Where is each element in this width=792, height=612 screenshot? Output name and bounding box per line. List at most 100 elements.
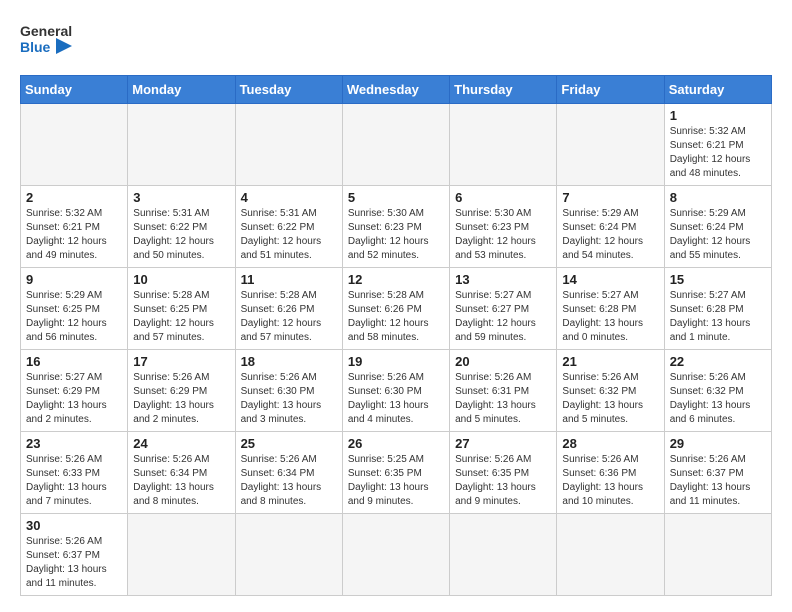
day-info: Sunrise: 5:25 AM Sunset: 6:35 PM Dayligh…	[348, 453, 444, 509]
day-info: Sunrise: 5:26 AM Sunset: 6:31 PM Dayligh…	[455, 371, 551, 427]
day-info: Sunrise: 5:31 AM Sunset: 6:22 PM Dayligh…	[241, 207, 337, 263]
calendar-cell: 19Sunrise: 5:26 AM Sunset: 6:30 PM Dayli…	[342, 350, 449, 432]
calendar-cell: 2Sunrise: 5:32 AM Sunset: 6:21 PM Daylig…	[21, 186, 128, 268]
calendar-week-3: 16 Sunrise: 5:27 AM Sunset: 6:29 PM Dayli…	[21, 350, 772, 432]
day-info: Sunrise: 5:26 AM Sunset: 6:34 PM Dayligh…	[241, 453, 337, 509]
calendar-cell: 22 Sunrise: 5:26 AM Sunset: 6:32 PM Dayli…	[664, 350, 771, 432]
calendar-cell: 4Sunrise: 5:31 AM Sunset: 6:22 PM Daylig…	[235, 186, 342, 268]
day-info: Sunrise: 5:26 AM Sunset: 6:35 PM Dayligh…	[455, 453, 551, 509]
page: General Blue SundayMondayTuesdayWednesda…	[0, 0, 792, 612]
calendar-cell: 5 Sunrise: 5:30 AM Sunset: 6:23 PM Daylig…	[342, 186, 449, 268]
calendar-cell: 30 Sunrise: 5:26 AM Sunset: 6:37 PM Dayli…	[21, 514, 128, 596]
calendar-cell: 3 Sunrise: 5:31 AM Sunset: 6:22 PM Daylig…	[128, 186, 235, 268]
day-number: 23	[26, 436, 122, 451]
calendar-cell	[128, 514, 235, 596]
day-number: 30	[26, 518, 122, 533]
calendar-cell: 26Sunrise: 5:25 AM Sunset: 6:35 PM Dayli…	[342, 432, 449, 514]
day-info: Sunrise: 5:29 AM Sunset: 6:24 PM Dayligh…	[562, 207, 658, 263]
calendar-cell	[450, 514, 557, 596]
header: General Blue	[20, 18, 772, 65]
calendar-cell	[342, 104, 449, 186]
svg-text:General: General	[20, 23, 72, 39]
day-number: 22	[670, 354, 766, 369]
day-number: 14	[562, 272, 658, 287]
day-info: Sunrise: 5:26 AM Sunset: 6:32 PM Dayligh…	[562, 371, 658, 427]
calendar-cell: 27Sunrise: 5:26 AM Sunset: 6:35 PM Dayli…	[450, 432, 557, 514]
day-number: 18	[241, 354, 337, 369]
day-number: 13	[455, 272, 551, 287]
calendar-cell: 10Sunrise: 5:28 AM Sunset: 6:25 PM Dayli…	[128, 268, 235, 350]
calendar-week-2: 9 Sunrise: 5:29 AM Sunset: 6:25 PM Daylig…	[21, 268, 772, 350]
calendar-cell: 24Sunrise: 5:26 AM Sunset: 6:34 PM Dayli…	[128, 432, 235, 514]
day-number: 21	[562, 354, 658, 369]
calendar-cell: 8Sunrise: 5:29 AM Sunset: 6:24 PM Daylig…	[664, 186, 771, 268]
calendar-cell: 12Sunrise: 5:28 AM Sunset: 6:26 PM Dayli…	[342, 268, 449, 350]
day-number: 24	[133, 436, 229, 451]
calendar-cell: 25 Sunrise: 5:26 AM Sunset: 6:34 PM Dayli…	[235, 432, 342, 514]
weekday-header-friday: Friday	[557, 76, 664, 104]
calendar-cell	[557, 514, 664, 596]
day-number: 29	[670, 436, 766, 451]
calendar-week-4: 23 Sunrise: 5:26 AM Sunset: 6:33 PM Dayli…	[21, 432, 772, 514]
day-number: 25	[241, 436, 337, 451]
day-info: Sunrise: 5:26 AM Sunset: 6:37 PM Dayligh…	[26, 535, 122, 591]
day-info: Sunrise: 5:30 AM Sunset: 6:23 PM Dayligh…	[348, 207, 444, 263]
calendar-week-5: 30 Sunrise: 5:26 AM Sunset: 6:37 PM Dayli…	[21, 514, 772, 596]
day-number: 20	[455, 354, 551, 369]
calendar-week-0: 1Sunrise: 5:32 AM Sunset: 6:21 PM Daylig…	[21, 104, 772, 186]
day-info: Sunrise: 5:26 AM Sunset: 6:30 PM Dayligh…	[241, 371, 337, 427]
logo: General Blue	[20, 18, 72, 65]
day-info: Sunrise: 5:29 AM Sunset: 6:25 PM Dayligh…	[26, 289, 122, 345]
day-info: Sunrise: 5:28 AM Sunset: 6:25 PM Dayligh…	[133, 289, 229, 345]
day-number: 5	[348, 190, 444, 205]
calendar-cell: 23 Sunrise: 5:26 AM Sunset: 6:33 PM Dayli…	[21, 432, 128, 514]
calendar-cell: 29 Sunrise: 5:26 AM Sunset: 6:37 PM Dayli…	[664, 432, 771, 514]
day-info: Sunrise: 5:27 AM Sunset: 6:28 PM Dayligh…	[670, 289, 766, 345]
day-info: Sunrise: 5:27 AM Sunset: 6:27 PM Dayligh…	[455, 289, 551, 345]
calendar-cell: 28 Sunrise: 5:26 AM Sunset: 6:36 PM Dayli…	[557, 432, 664, 514]
weekday-row: SundayMondayTuesdayWednesdayThursdayFrid…	[21, 76, 772, 104]
day-number: 17	[133, 354, 229, 369]
calendar-cell: 16 Sunrise: 5:27 AM Sunset: 6:29 PM Dayli…	[21, 350, 128, 432]
calendar-cell	[557, 104, 664, 186]
calendar-header: SundayMondayTuesdayWednesdayThursdayFrid…	[21, 76, 772, 104]
calendar-cell	[664, 514, 771, 596]
day-info: Sunrise: 5:26 AM Sunset: 6:33 PM Dayligh…	[26, 453, 122, 509]
calendar-body: 1Sunrise: 5:32 AM Sunset: 6:21 PM Daylig…	[21, 104, 772, 596]
day-info: Sunrise: 5:26 AM Sunset: 6:30 PM Dayligh…	[348, 371, 444, 427]
day-info: Sunrise: 5:28 AM Sunset: 6:26 PM Dayligh…	[241, 289, 337, 345]
day-info: Sunrise: 5:27 AM Sunset: 6:28 PM Dayligh…	[562, 289, 658, 345]
calendar-cell: 6Sunrise: 5:30 AM Sunset: 6:23 PM Daylig…	[450, 186, 557, 268]
day-info: Sunrise: 5:32 AM Sunset: 6:21 PM Dayligh…	[26, 207, 122, 263]
calendar-cell: 17 Sunrise: 5:26 AM Sunset: 6:29 PM Dayli…	[128, 350, 235, 432]
logo-image: General Blue	[20, 18, 72, 65]
calendar-cell: 20 Sunrise: 5:26 AM Sunset: 6:31 PM Dayli…	[450, 350, 557, 432]
day-info: Sunrise: 5:31 AM Sunset: 6:22 PM Dayligh…	[133, 207, 229, 263]
day-info: Sunrise: 5:28 AM Sunset: 6:26 PM Dayligh…	[348, 289, 444, 345]
day-number: 15	[670, 272, 766, 287]
calendar-cell	[342, 514, 449, 596]
day-info: Sunrise: 5:26 AM Sunset: 6:29 PM Dayligh…	[133, 371, 229, 427]
day-info: Sunrise: 5:26 AM Sunset: 6:36 PM Dayligh…	[562, 453, 658, 509]
weekday-header-monday: Monday	[128, 76, 235, 104]
calendar-week-1: 2Sunrise: 5:32 AM Sunset: 6:21 PM Daylig…	[21, 186, 772, 268]
day-info: Sunrise: 5:26 AM Sunset: 6:37 PM Dayligh…	[670, 453, 766, 509]
calendar-cell	[21, 104, 128, 186]
day-info: Sunrise: 5:32 AM Sunset: 6:21 PM Dayligh…	[670, 125, 766, 181]
calendar-cell: 13 Sunrise: 5:27 AM Sunset: 6:27 PM Dayli…	[450, 268, 557, 350]
day-number: 3	[133, 190, 229, 205]
svg-text:Blue: Blue	[20, 39, 51, 55]
calendar-cell: 7Sunrise: 5:29 AM Sunset: 6:24 PM Daylig…	[557, 186, 664, 268]
calendar-cell	[450, 104, 557, 186]
day-number: 28	[562, 436, 658, 451]
calendar-cell: 15 Sunrise: 5:27 AM Sunset: 6:28 PM Dayli…	[664, 268, 771, 350]
day-number: 16	[26, 354, 122, 369]
day-info: Sunrise: 5:27 AM Sunset: 6:29 PM Dayligh…	[26, 371, 122, 427]
calendar-cell: 9 Sunrise: 5:29 AM Sunset: 6:25 PM Daylig…	[21, 268, 128, 350]
day-number: 9	[26, 272, 122, 287]
day-info: Sunrise: 5:26 AM Sunset: 6:32 PM Dayligh…	[670, 371, 766, 427]
day-info: Sunrise: 5:29 AM Sunset: 6:24 PM Dayligh…	[670, 207, 766, 263]
day-number: 6	[455, 190, 551, 205]
calendar-cell: 11Sunrise: 5:28 AM Sunset: 6:26 PM Dayli…	[235, 268, 342, 350]
weekday-header-tuesday: Tuesday	[235, 76, 342, 104]
